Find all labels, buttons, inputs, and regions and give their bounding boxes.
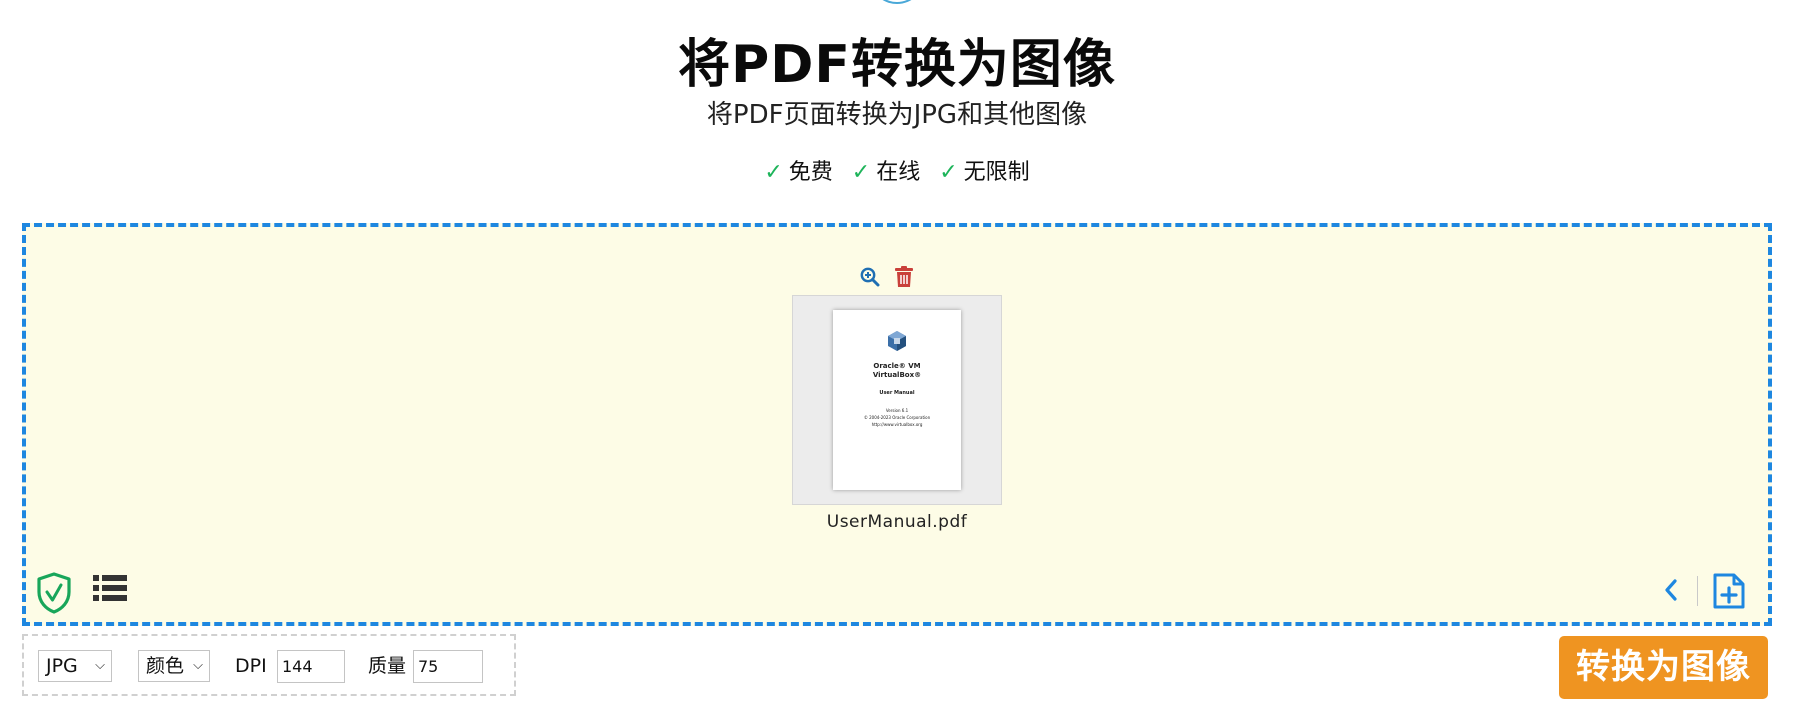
format-value: JPG [46, 655, 78, 677]
quality-label: 质量 [368, 655, 407, 677]
thumbnail-text: VirtualBox® [872, 371, 922, 379]
feature-item-unlimited: ✓ 无限制 [939, 154, 1029, 186]
page: 将PDF转换为图像 将PDF页面转换为JPG和其他图像 ✓ 免费 ✓ 在线 ✓ 无限制 [0, 0, 1794, 717]
feature-item-online: ✓ 在线 [852, 154, 920, 186]
color-select[interactable]: 颜色 ⌵ [138, 650, 210, 682]
color-value: 颜色 [146, 655, 185, 677]
feature-label: 无限制 [963, 160, 1030, 185]
feature-item-free: ✓ 免费 [764, 154, 832, 186]
file-actions [860, 262, 914, 292]
thumbnail-text: User Manual [879, 390, 915, 396]
thumbnail-text: Version 6.1 [885, 408, 909, 413]
divider [1697, 576, 1698, 606]
dpi-input[interactable]: 144 [277, 650, 345, 683]
feature-list: ✓ 免费 ✓ 在线 ✓ 无限制 [0, 154, 1794, 186]
virtualbox-logo-icon [888, 331, 906, 351]
check-icon: ✓ [939, 160, 958, 185]
shield-check-icon [37, 572, 71, 614]
thumbnail-text: © 2004-2023 Oracle Corporation [863, 415, 931, 420]
dpi-label: DPI [235, 655, 267, 677]
chevron-down-icon: ⌵ [95, 658, 105, 673]
file-thumbnail[interactable]: Oracle® VM VirtualBox® User Manual Versi… [792, 295, 1002, 505]
quality-input[interactable]: 75 [413, 650, 483, 683]
pdf-page-preview: Oracle® VM VirtualBox® User Manual Versi… [833, 310, 961, 490]
file-name: UserManual.pdf [826, 512, 968, 532]
page-subtitle: 将PDF页面转换为JPG和其他图像 [706, 100, 1088, 130]
logo-arc-icon [869, 0, 925, 4]
add-file-icon[interactable] [1712, 572, 1746, 610]
page-title: 将PDF转换为图像 [678, 35, 1116, 95]
format-select[interactable]: JPG ⌵ [38, 650, 112, 682]
list-view-icon[interactable] [93, 574, 127, 604]
delete-icon[interactable] [894, 266, 914, 288]
chevron-down-icon: ⌵ [193, 658, 203, 673]
check-icon: ✓ [851, 160, 871, 185]
convert-to-image-button[interactable]: 转换为图像 [1559, 636, 1768, 699]
feature-label: 在线 [876, 160, 921, 185]
chevron-left-icon[interactable] [1663, 578, 1679, 602]
check-icon: ✓ [764, 160, 783, 185]
thumbnail-text: http://www.virtualbox.org [871, 422, 923, 427]
feature-label: 免费 [788, 160, 833, 185]
zoom-in-icon[interactable] [860, 267, 880, 287]
thumbnail-text: Oracle® VM [873, 362, 921, 370]
conversion-options: JPG ⌵ 颜色 ⌵ DPI 144 质量 75 [22, 634, 516, 696]
